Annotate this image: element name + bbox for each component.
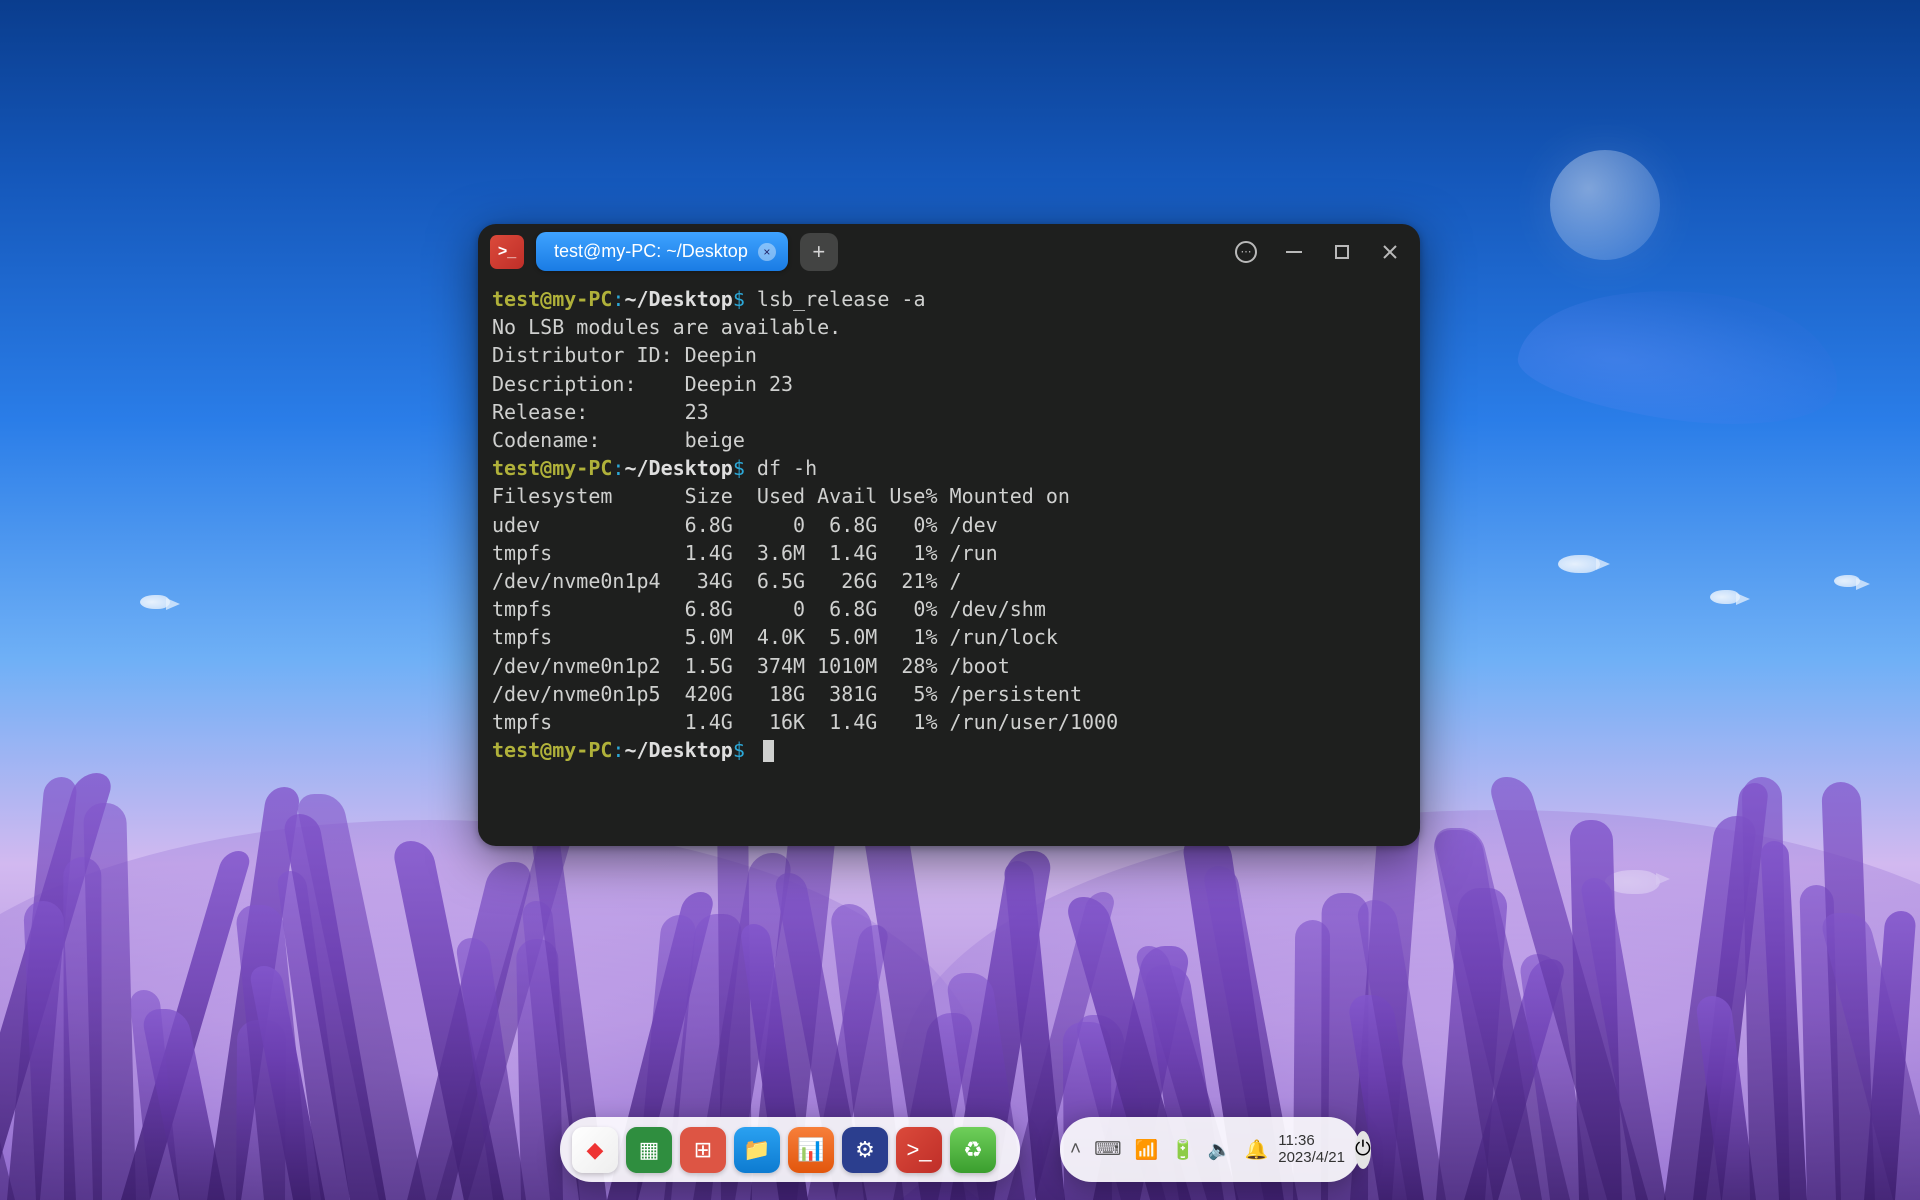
- new-tab-button[interactable]: +: [800, 233, 838, 271]
- clock[interactable]: 11:36 2023/4/21: [1278, 1133, 1345, 1166]
- titlebar[interactable]: >_ test@my-PC: ~/Desktop × + ⋯: [478, 224, 1420, 279]
- close-icon: [1382, 244, 1398, 260]
- dock-item-multitasking[interactable]: ▦: [626, 1127, 672, 1173]
- fish-decoration: [1558, 555, 1600, 573]
- moon-decoration: [1550, 150, 1660, 260]
- dock-item-app-store[interactable]: ⊞: [680, 1127, 726, 1173]
- menu-button[interactable]: ⋯: [1228, 234, 1264, 270]
- dock-item-control-center[interactable]: ⚙: [842, 1127, 888, 1173]
- volume-icon[interactable]: 🔈: [1208, 1138, 1232, 1162]
- dock-item-terminal[interactable]: >_: [896, 1127, 942, 1173]
- notifications-icon[interactable]: 🔔: [1245, 1138, 1269, 1162]
- dock-item-system-monitor[interactable]: 📊: [788, 1127, 834, 1173]
- system-tray[interactable]: ˄⌨📶🔋🔈🔔 11:36 2023/4/21 ⏻: [1060, 1117, 1360, 1182]
- terminal-window[interactable]: >_ test@my-PC: ~/Desktop × + ⋯ test@my-P…: [478, 224, 1420, 846]
- tab-title: test@my-PC: ~/Desktop: [554, 241, 748, 262]
- maximize-button[interactable]: [1324, 234, 1360, 270]
- dock-item-file-manager[interactable]: 📁: [734, 1127, 780, 1173]
- battery-icon[interactable]: 🔋: [1171, 1138, 1195, 1162]
- terminal-app-icon: >_: [490, 235, 524, 269]
- power-icon: ⏻: [1355, 1138, 1371, 1161]
- dock-item-trash[interactable]: ♻: [950, 1127, 996, 1173]
- ellipsis-icon: ⋯: [1235, 241, 1257, 263]
- wifi-icon[interactable]: 📶: [1135, 1138, 1159, 1162]
- close-window-button[interactable]: [1372, 234, 1408, 270]
- minimize-button[interactable]: [1276, 234, 1312, 270]
- fish-decoration: [1710, 590, 1740, 604]
- fish-decoration: [1834, 575, 1860, 587]
- tab-active[interactable]: test@my-PC: ~/Desktop ×: [536, 232, 788, 271]
- minimize-icon: [1286, 251, 1302, 253]
- power-button[interactable]: ⏻: [1355, 1131, 1371, 1169]
- terminal-output[interactable]: test@my-PC:~/Desktop$ lsb_release -a No …: [478, 279, 1420, 770]
- time-text: 11:36: [1278, 1133, 1345, 1150]
- whale-decoration: [1513, 268, 1848, 441]
- fish-decoration: [140, 595, 170, 609]
- close-tab-icon[interactable]: ×: [758, 243, 776, 261]
- dock-item-launcher[interactable]: ◆: [572, 1127, 618, 1173]
- dock[interactable]: ◆▦⊞📁📊⚙>_♻: [560, 1117, 1020, 1182]
- date-text: 2023/4/21: [1278, 1150, 1345, 1167]
- maximize-icon: [1335, 245, 1349, 259]
- input-method-icon[interactable]: ⌨: [1094, 1138, 1121, 1161]
- tray-expand-icon[interactable]: ˄: [1070, 1139, 1081, 1161]
